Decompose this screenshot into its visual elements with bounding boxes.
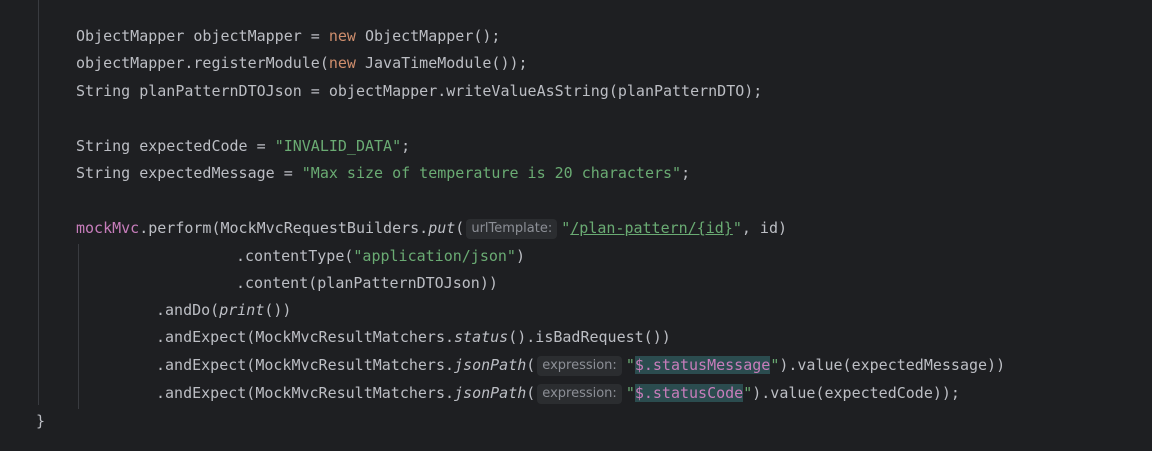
string-quote: " <box>625 356 635 374</box>
string-quote: " <box>732 219 742 237</box>
method-status: status <box>454 328 509 346</box>
code-token: String planPatternDTOJson = objectMapper… <box>76 82 763 100</box>
code-line[interactable]: String expectedCode = "INVALID_DATA"; <box>76 133 410 160</box>
code-token: objectMapper = <box>184 27 329 45</box>
code-token: ()) <box>264 301 292 319</box>
method-jsonpath: jsonPath <box>454 356 527 374</box>
code-line[interactable]: .andExpect(MockMvcResultMatchers.jsonPat… <box>156 380 960 407</box>
code-token: .andExpect(MockMvcResultMatchers. <box>156 384 455 402</box>
code-token: ( <box>526 384 536 402</box>
string-quote: " <box>561 219 571 237</box>
url-template-link[interactable]: /plan-pattern/{id} <box>570 219 733 237</box>
keyword-new: new <box>328 27 356 45</box>
code-token: ; <box>401 137 411 155</box>
parameter-hint: expression: <box>537 356 622 376</box>
code-token: ( <box>455 219 465 237</box>
code-line[interactable]: objectMapper.registerModule(new JavaTime… <box>76 50 528 77</box>
indent-guide <box>38 0 39 405</box>
code-line[interactable]: .andExpect(MockMvcResultMatchers.status(… <box>156 324 671 351</box>
code-editor[interactable]: ObjectMapper objectMapper = new ObjectMa… <box>0 0 1152 451</box>
method-print: print <box>219 301 265 319</box>
code-token: .andExpect(MockMvcResultMatchers. <box>156 328 455 346</box>
code-line[interactable]: .content(planPatternDTOJson)) <box>236 270 498 297</box>
string-quote: " <box>625 384 635 402</box>
code-line[interactable]: .andExpect(MockMvcResultMatchers.jsonPat… <box>156 352 1005 379</box>
parameter-hint: urlTemplate: <box>466 219 558 239</box>
string-literal: "Max size of temperature is 20 character… <box>301 164 682 182</box>
code-token: ).value(expectedMessage)) <box>779 356 1006 374</box>
code-line[interactable]: String planPatternDTOJson = objectMapper… <box>76 78 762 105</box>
code-token: objectMapper.registerModule( <box>76 54 329 72</box>
code-token: ().isBadRequest()) <box>508 328 671 346</box>
code-token: ; <box>681 164 691 182</box>
closing-brace: } <box>36 412 46 430</box>
code-token: .perform(MockMvcRequestBuilders. <box>139 219 429 237</box>
string-literal: "INVALID_DATA" <box>274 137 402 155</box>
code-line[interactable]: String expectedMessage = "Max size of te… <box>76 160 690 187</box>
code-line[interactable]: .andDo(print()) <box>156 297 291 324</box>
method-put: put <box>428 219 456 237</box>
code-line[interactable]: mockMvc.perform(MockMvcRequestBuilders.p… <box>76 215 787 242</box>
code-line[interactable]: } <box>36 408 45 435</box>
indent-guide <box>78 244 79 409</box>
code-token: String expectedCode = <box>76 137 275 155</box>
code-line[interactable]: ObjectMapper objectMapper = new ObjectMa… <box>76 23 500 50</box>
string-literal: "application/json" <box>353 247 516 265</box>
code-line[interactable]: .contentType("application/json") <box>236 243 525 270</box>
code-token: .content(planPatternDTOJson)) <box>236 274 498 292</box>
code-token: .andExpect(MockMvcResultMatchers. <box>156 356 455 374</box>
json-path-injection: $.statusMessage <box>634 356 771 374</box>
code-token: , id) <box>741 219 788 237</box>
parameter-hint: expression: <box>537 384 622 404</box>
string-quote: " <box>770 356 780 374</box>
keyword-new: new <box>328 54 356 72</box>
code-token: .contentType( <box>236 247 354 265</box>
string-quote: " <box>743 384 753 402</box>
code-token: ).value(expectedCode)); <box>752 384 960 402</box>
code-token: String expectedMessage = <box>76 164 302 182</box>
code-token: ( <box>526 356 536 374</box>
json-path-injection: $.statusCode <box>634 384 744 402</box>
code-token: .andDo( <box>156 301 220 319</box>
field-mockmvc: mockMvc <box>76 219 140 237</box>
code-token: JavaTimeModule()); <box>355 54 528 72</box>
method-jsonpath: jsonPath <box>454 384 527 402</box>
code-token: ) <box>515 247 525 265</box>
code-token: ObjectMapper <box>76 27 185 45</box>
code-token: ObjectMapper(); <box>355 27 501 45</box>
